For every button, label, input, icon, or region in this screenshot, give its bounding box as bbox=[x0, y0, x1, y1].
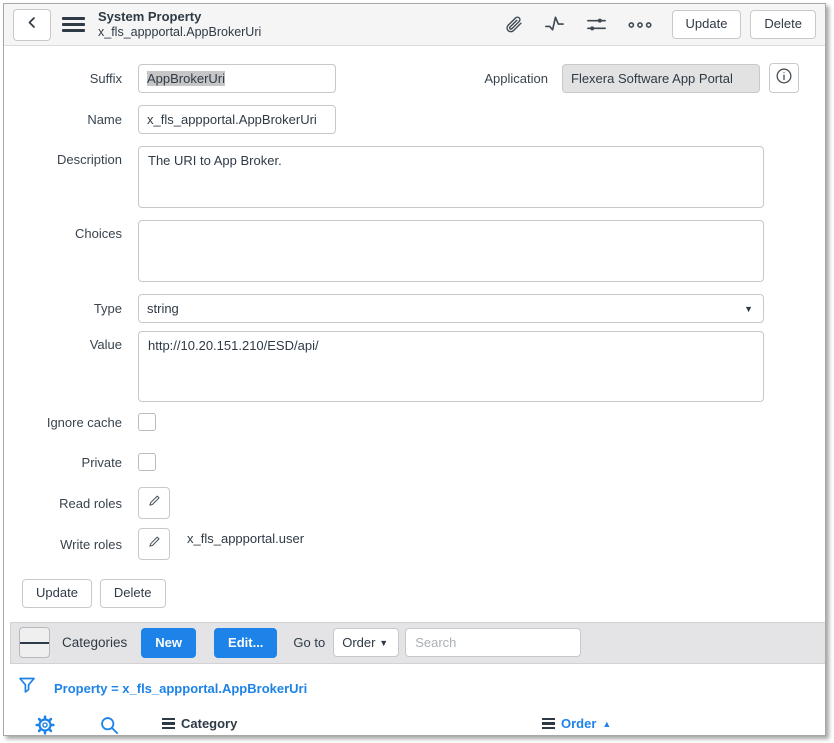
dropdown-caret-icon: ▼ bbox=[379, 638, 388, 648]
header-update-button[interactable]: Update bbox=[672, 10, 742, 39]
value-row: Value http://10.20.151.210/ESD/api/ bbox=[4, 331, 825, 402]
write-roles-label: Write roles bbox=[4, 528, 122, 552]
type-select[interactable]: string ▼ bbox=[138, 294, 764, 323]
header-actions: Update Delete bbox=[503, 10, 817, 39]
footer-delete-button[interactable]: Delete bbox=[100, 579, 166, 608]
personalize-sliders-icon[interactable] bbox=[585, 13, 608, 36]
list-filter-row: Property = x_fls_appportal.AppBrokerUri bbox=[4, 664, 825, 708]
list-column-header-row: Category Order ▲ bbox=[14, 708, 825, 736]
dropdown-caret-icon: ▼ bbox=[744, 304, 753, 314]
pencil-icon bbox=[147, 493, 162, 513]
filter-breadcrumb[interactable]: Property = x_fls_appportal.AppBrokerUri bbox=[54, 681, 307, 696]
categories-related-list: Categories New Edit... Go to Order ▼ Pro… bbox=[4, 622, 825, 736]
write-roles-row: Write roles x_fls_appportal.user bbox=[4, 528, 825, 560]
column-menu-icon[interactable] bbox=[542, 716, 555, 731]
choices-label: Choices bbox=[4, 220, 122, 241]
info-icon bbox=[775, 67, 793, 90]
order-column-header[interactable]: Order ▲ bbox=[542, 716, 611, 731]
context-menu-icon[interactable] bbox=[62, 14, 85, 35]
record-window: System Property x_fls_appportal.AppBroke… bbox=[3, 3, 826, 736]
description-label: Description bbox=[4, 146, 122, 167]
category-column-label: Category bbox=[181, 716, 237, 731]
list-search-icon[interactable] bbox=[99, 715, 120, 736]
footer-update-button[interactable]: Update bbox=[22, 579, 92, 608]
related-list-title: Categories bbox=[62, 635, 127, 650]
suffix-input[interactable]: AppBrokerUri bbox=[138, 64, 336, 93]
selected-text: AppBrokerUri bbox=[147, 71, 225, 86]
goto-column-select[interactable]: Order ▼ bbox=[333, 628, 399, 657]
application-cluster: Application Flexera Software App Portal bbox=[484, 63, 825, 93]
filter-funnel-icon[interactable] bbox=[17, 675, 37, 702]
private-checkbox[interactable] bbox=[138, 453, 156, 471]
choices-row: Choices bbox=[4, 220, 825, 282]
form-footer-buttons: Update Delete bbox=[4, 576, 825, 608]
new-button[interactable]: New bbox=[141, 628, 196, 658]
list-menu-icon[interactable] bbox=[19, 627, 50, 658]
read-roles-label: Read roles bbox=[4, 496, 122, 511]
value-label: Value bbox=[4, 331, 122, 352]
related-list-header: Categories New Edit... Go to Order ▼ bbox=[10, 622, 825, 664]
list-personalize-gear-icon[interactable] bbox=[34, 714, 56, 736]
goto-label: Go to bbox=[293, 635, 325, 650]
suffix-label: Suffix bbox=[4, 71, 122, 86]
application-info-button[interactable] bbox=[769, 63, 799, 93]
choices-textarea[interactable] bbox=[138, 220, 764, 282]
back-button[interactable] bbox=[13, 9, 51, 41]
page-title: System Property bbox=[98, 9, 261, 25]
system-property-form: Suffix AppBrokerUri Application Flexera … bbox=[4, 46, 825, 608]
chevron-left-icon bbox=[25, 15, 40, 35]
pencil-icon bbox=[147, 534, 162, 554]
read-roles-edit-button[interactable] bbox=[138, 487, 170, 519]
value-textarea[interactable]: http://10.20.151.210/ESD/api/ bbox=[138, 331, 764, 402]
suffix-row: Suffix AppBrokerUri Application Flexera … bbox=[4, 63, 825, 93]
list-search-input[interactable] bbox=[405, 628, 581, 657]
application-label: Application bbox=[484, 71, 548, 86]
sort-ascending-icon: ▲ bbox=[602, 718, 611, 729]
more-options-icon[interactable] bbox=[627, 19, 653, 31]
header-delete-button[interactable]: Delete bbox=[750, 10, 816, 39]
type-label: Type bbox=[4, 301, 122, 316]
write-roles-edit-button[interactable] bbox=[138, 528, 170, 560]
ignore-cache-checkbox[interactable] bbox=[138, 413, 156, 431]
record-title: System Property x_fls_appportal.AppBroke… bbox=[98, 9, 261, 41]
page-subtitle: x_fls_appportal.AppBrokerUri bbox=[98, 25, 261, 41]
private-row: Private bbox=[4, 453, 825, 471]
category-column-header[interactable]: Category bbox=[162, 716, 237, 731]
edit-button[interactable]: Edit... bbox=[214, 628, 277, 658]
attachment-paperclip-icon[interactable] bbox=[503, 14, 524, 35]
order-column-label: Order bbox=[561, 716, 596, 731]
type-row: Type string ▼ bbox=[4, 294, 825, 323]
activity-stream-icon[interactable] bbox=[543, 13, 566, 36]
name-input[interactable]: x_fls_appportal.AppBrokerUri bbox=[138, 105, 336, 134]
name-label: Name bbox=[4, 112, 122, 127]
goto-selected-value: Order bbox=[342, 635, 375, 650]
application-field: Flexera Software App Portal bbox=[562, 64, 760, 93]
read-roles-row: Read roles bbox=[4, 487, 825, 519]
description-row: Description The URI to App Broker. bbox=[4, 146, 825, 208]
form-header: System Property x_fls_appportal.AppBroke… bbox=[4, 4, 825, 46]
ignore-cache-label: Ignore cache bbox=[4, 415, 122, 430]
ignore-cache-row: Ignore cache bbox=[4, 413, 825, 431]
private-label: Private bbox=[4, 455, 122, 470]
write-roles-value: x_fls_appportal.user bbox=[187, 528, 304, 546]
name-row: Name x_fls_appportal.AppBrokerUri bbox=[4, 105, 825, 134]
column-menu-icon[interactable] bbox=[162, 716, 175, 731]
type-selected-value: string bbox=[147, 301, 179, 316]
description-textarea[interactable]: The URI to App Broker. bbox=[138, 146, 764, 208]
